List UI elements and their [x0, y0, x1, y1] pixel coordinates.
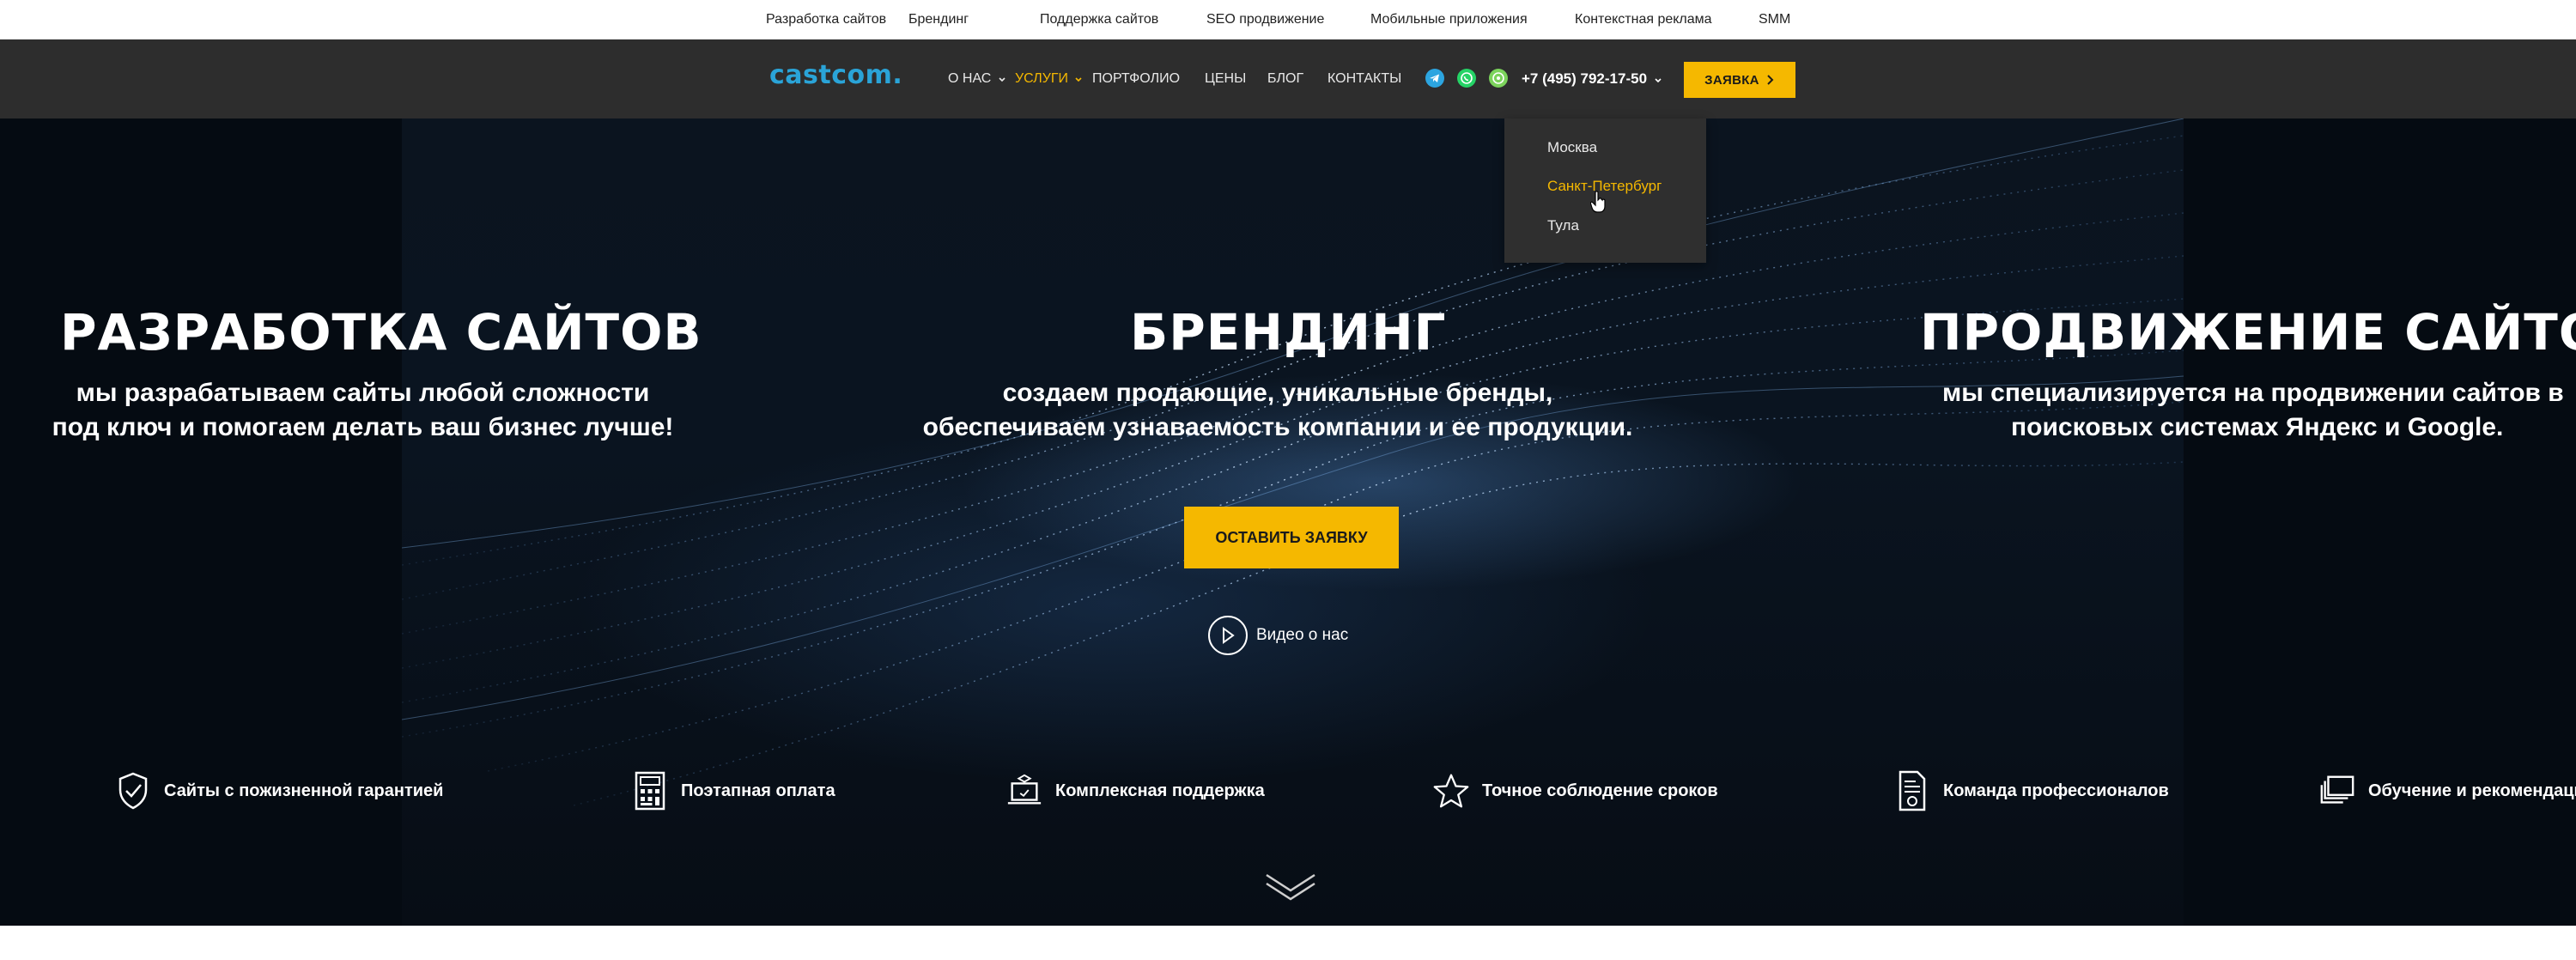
nav-about[interactable]: О НАС — [948, 39, 1006, 118]
feature-item: Сайты с пожизненной гарантией — [114, 767, 443, 815]
calculator-icon — [631, 769, 669, 812]
top-link-branding[interactable]: Брендинг — [908, 0, 969, 39]
feature-item: Комплексная поддержка — [1005, 767, 1265, 815]
chevron-down-icon — [1075, 77, 1083, 82]
slide-subtitle-line: мы разрабатываем сайты любой сложности — [76, 379, 650, 407]
nav-services-label: УСЛУГИ — [1015, 71, 1069, 86]
top-link-web-dev[interactable]: Разработка сайтов — [766, 0, 886, 39]
viber-icon[interactable] — [1489, 69, 1508, 88]
hero-slider: РАЗРАБОТКА САЙТОВ мы разрабатываем сайты… — [0, 118, 2576, 926]
laptop-support-icon — [1005, 769, 1043, 812]
leave-request-button[interactable]: ОСТАВИТЬ ЗАЯВКУ — [1184, 507, 1399, 568]
slide-title-web-dev: РАЗРАБОТКА САЙТОВ — [60, 303, 702, 362]
feature-label: Обучение и рекомендации — [2368, 781, 2576, 800]
top-link-mobile-apps[interactable]: Мобильные приложения — [1370, 0, 1528, 39]
hand-cursor-icon — [1590, 191, 1606, 213]
nav-blog[interactable]: БЛОГ — [1267, 39, 1303, 118]
phone-selector[interactable]: +7 (495) 792-17-50 — [1522, 39, 1662, 118]
nav-about-label: О НАС — [948, 71, 992, 86]
chevron-down-icon — [999, 77, 1005, 82]
chevron-down-icon — [1655, 77, 1662, 82]
shield-check-icon — [114, 769, 152, 812]
slide-subtitle-line: обеспечиваем узнаваемость компании и ее … — [922, 413, 1633, 441]
slide-title-branding: БРЕНДИНГ — [1130, 303, 1447, 362]
slide-subtitle-line: создаем продающие, уникальные бренды, — [1002, 379, 1553, 407]
feature-label: Комплексная поддержка — [1055, 781, 1265, 800]
feature-item: Точное соблюдение сроков — [1432, 767, 1718, 815]
nav-contacts[interactable]: КОНТАКТЫ — [1327, 39, 1401, 118]
nav-prices[interactable]: ЦЕНЫ — [1205, 39, 1246, 118]
slide-subtitle-line: под ключ и помогаем делать ваш бизнес лу… — [52, 413, 674, 441]
feature-label: Точное соблюдение сроков — [1482, 781, 1718, 800]
top-link-support[interactable]: Поддержка сайтов — [1040, 0, 1158, 39]
feature-label: Сайты с пожизненной гарантией — [164, 781, 444, 800]
slide-subtitle-web-dev: мы разрабатываем сайты любой сложности п… — [43, 376, 683, 445]
video-about-us-link[interactable]: Видео о нас — [1208, 615, 1348, 656]
phone-number: +7 (495) 792-17-50 — [1522, 70, 1648, 87]
feature-item: Команда профессионалов — [1893, 767, 2169, 815]
feature-item: Обучение и рекомендации — [2318, 767, 2576, 815]
slide-subtitle-line: мы специализируется на продвижении сайто… — [1942, 379, 2564, 407]
logo[interactable]: castcom. — [769, 60, 902, 94]
whatsapp-icon[interactable] — [1457, 69, 1476, 88]
slide-title-seo: ПРОДВИЖЕНИЕ САЙТОВ — [1920, 303, 2576, 362]
top-link-context-ads[interactable]: Контекстная реклама — [1575, 0, 1712, 39]
request-button[interactable]: ЗАЯВКА — [1684, 62, 1795, 98]
scroll-down-icon[interactable] — [1265, 870, 1316, 904]
nav-services[interactable]: УСЛУГИ — [1015, 39, 1083, 118]
feature-item: Поэтапная оплата — [631, 767, 835, 815]
nav-portfolio[interactable]: ПОРТФОЛИО — [1092, 39, 1180, 118]
city-option-tula[interactable]: Тула — [1547, 217, 1579, 234]
document-team-icon — [1893, 769, 1931, 812]
video-about-us-label: Видео о нас — [1256, 626, 1349, 644]
top-link-smm[interactable]: SMM — [1759, 0, 1790, 39]
request-button-label: ЗАЯВКА — [1704, 72, 1759, 88]
services-strip: Разработка сайтов Брендинг Поддержка сай… — [0, 0, 2576, 39]
star-icon — [1432, 769, 1470, 812]
layers-icon — [2318, 769, 2356, 812]
feature-label: Команда профессионалов — [1943, 781, 2169, 800]
top-link-seo[interactable]: SEO продвижение — [1206, 0, 1324, 39]
play-icon — [1208, 616, 1248, 655]
slide-subtitle-seo: мы специализируется на продвижении сайто… — [1942, 376, 2576, 445]
page-bottom — [0, 926, 2576, 960]
slide-subtitle-line: поисковых системах Яндекс и Google. — [2011, 413, 2504, 441]
slide-subtitle-branding: создаем продающие, уникальные бренды, об… — [908, 376, 1647, 445]
city-option-moscow[interactable]: Москва — [1547, 139, 1597, 156]
telegram-icon[interactable] — [1425, 69, 1444, 88]
main-header: castcom. О НАС УСЛУГИ ПОРТФОЛИО ЦЕНЫ БЛО… — [0, 39, 2576, 118]
feature-label: Поэтапная оплата — [681, 781, 835, 800]
chevron-right-icon — [1767, 75, 1774, 85]
